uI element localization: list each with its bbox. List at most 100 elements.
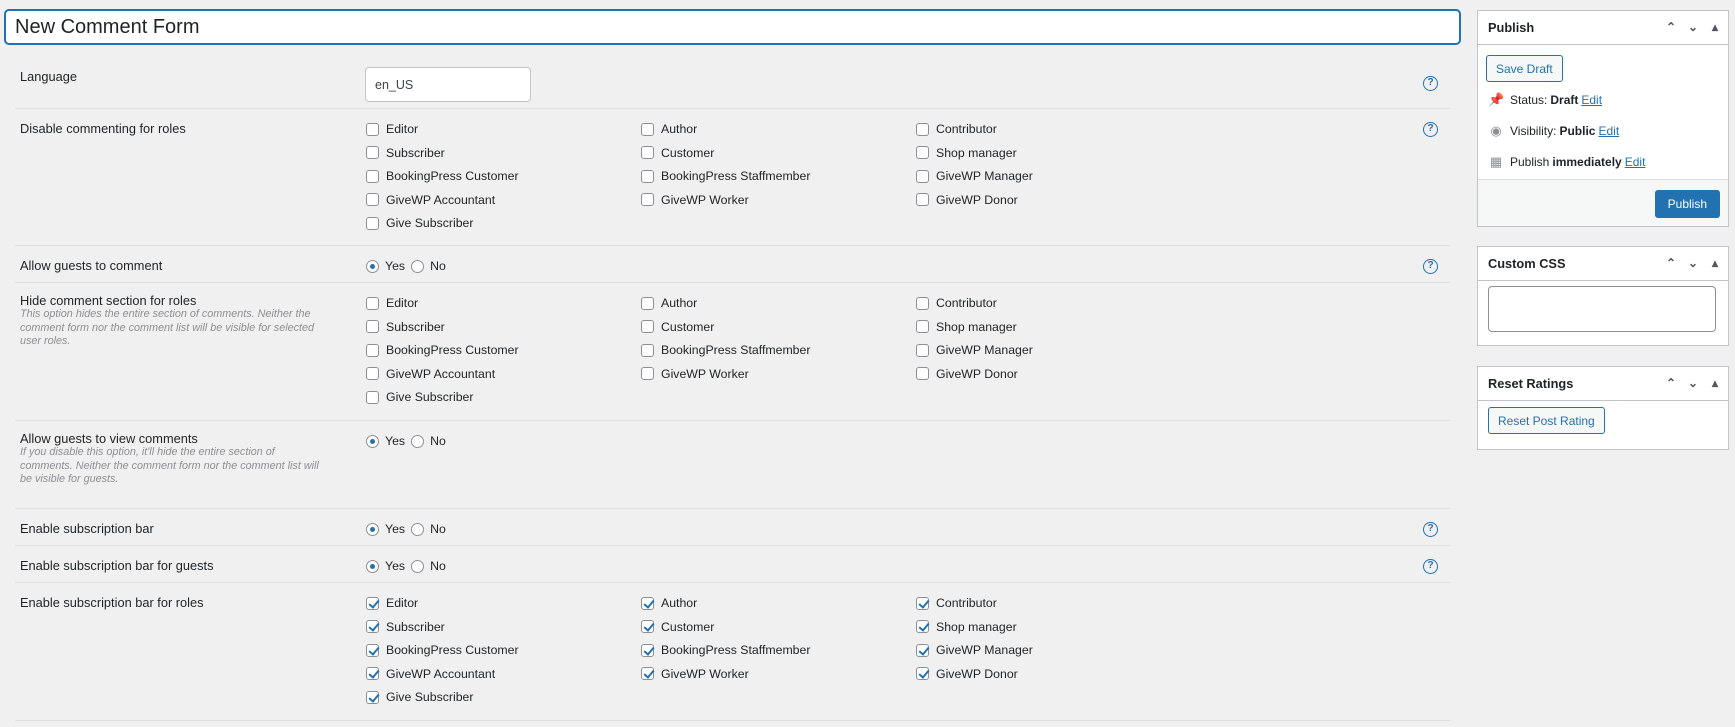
move-down-icon[interactable]: ⌄ — [1686, 376, 1700, 390]
status-edit-link[interactable]: Edit — [1581, 93, 1602, 107]
role-checkbox[interactable]: GiveWP Accountant — [366, 367, 495, 381]
checkbox-box[interactable] — [641, 320, 654, 333]
role-checkbox[interactable]: Editor — [366, 296, 418, 310]
checkbox-box[interactable] — [916, 367, 929, 380]
checkbox-box[interactable] — [366, 193, 379, 206]
checkbox-box[interactable] — [916, 343, 929, 357]
checkbox-box[interactable] — [916, 193, 929, 206]
visibility-edit-link[interactable]: Edit — [1598, 124, 1619, 138]
checkbox-box[interactable] — [641, 667, 654, 680]
checkbox-box[interactable] — [366, 643, 379, 657]
role-checkbox[interactable]: GiveWP Manager — [916, 169, 1033, 183]
role-checkbox[interactable]: GiveWP Worker — [641, 193, 749, 207]
checkbox-box[interactable] — [641, 296, 654, 310]
role-checkbox[interactable]: Shop manager — [916, 320, 1017, 334]
help-icon[interactable]: ? — [1423, 522, 1438, 537]
checkbox-box[interactable] — [366, 390, 379, 404]
checkbox-box[interactable] — [366, 367, 379, 380]
role-checkbox[interactable]: Customer — [641, 320, 714, 334]
checkbox-box[interactable] — [366, 146, 379, 159]
checkbox-box[interactable] — [916, 122, 929, 136]
move-down-icon[interactable]: ⌄ — [1686, 256, 1700, 270]
checkbox-box[interactable] — [641, 193, 654, 206]
radio-yes[interactable] — [366, 434, 379, 448]
checkbox-box[interactable] — [641, 620, 654, 633]
checkbox-box[interactable] — [916, 596, 929, 610]
help-icon[interactable]: ? — [1423, 259, 1438, 274]
checkbox-box[interactable] — [916, 643, 929, 657]
role-checkbox[interactable]: Give Subscriber — [366, 216, 473, 230]
role-checkbox[interactable]: Contributor — [916, 596, 997, 610]
role-checkbox[interactable]: GiveWP Worker — [641, 367, 749, 381]
role-checkbox[interactable]: Shop manager — [916, 620, 1017, 634]
role-checkbox[interactable]: Author — [641, 296, 697, 310]
role-checkbox[interactable]: Subscriber — [366, 146, 445, 160]
role-checkbox[interactable]: GiveWP Donor — [916, 667, 1018, 681]
checkbox-box[interactable] — [916, 146, 929, 159]
role-checkbox[interactable]: BookingPress Customer — [366, 643, 519, 657]
role-checkbox[interactable]: Contributor — [916, 296, 997, 310]
role-checkbox[interactable]: Editor — [366, 596, 418, 610]
role-checkbox[interactable]: GiveWP Accountant — [366, 667, 495, 681]
publish-edit-link[interactable]: Edit — [1625, 155, 1646, 169]
role-checkbox[interactable]: Contributor — [916, 122, 997, 136]
role-checkbox[interactable]: Editor — [366, 122, 418, 136]
custom-css-textarea[interactable] — [1488, 286, 1716, 332]
checkbox-box[interactable] — [366, 667, 379, 680]
checkbox-box[interactable] — [366, 169, 379, 183]
checkbox-box[interactable] — [641, 169, 654, 183]
checkbox-box[interactable] — [641, 122, 654, 136]
language-input[interactable]: en_US — [365, 67, 531, 102]
radio-yes[interactable] — [366, 259, 379, 273]
radio-yes[interactable] — [366, 559, 379, 573]
role-checkbox[interactable]: BookingPress Staffmember — [641, 169, 810, 183]
help-icon[interactable]: ? — [1423, 559, 1438, 574]
checkbox-box[interactable] — [916, 169, 929, 183]
checkbox-box[interactable] — [916, 320, 929, 333]
checkbox-box[interactable] — [366, 296, 379, 310]
checkbox-box[interactable] — [641, 146, 654, 159]
role-checkbox[interactable]: Subscriber — [366, 620, 445, 634]
radio-no[interactable] — [411, 434, 425, 448]
role-checkbox[interactable]: BookingPress Customer — [366, 343, 519, 357]
role-checkbox[interactable]: Give Subscriber — [366, 390, 473, 404]
role-checkbox[interactable]: BookingPress Staffmember — [641, 343, 810, 357]
role-checkbox[interactable]: Author — [641, 596, 697, 610]
checkbox-box[interactable] — [366, 320, 379, 333]
checkbox-box[interactable] — [641, 643, 654, 657]
checkbox-box[interactable] — [641, 367, 654, 380]
role-checkbox[interactable]: Customer — [641, 146, 714, 160]
radio-yes[interactable] — [366, 522, 379, 536]
checkbox-box[interactable] — [641, 343, 654, 357]
role-checkbox[interactable]: Customer — [641, 620, 714, 634]
role-checkbox[interactable]: GiveWP Manager — [916, 343, 1033, 357]
role-checkbox[interactable]: BookingPress Customer — [366, 169, 519, 183]
role-checkbox[interactable]: GiveWP Donor — [916, 367, 1018, 381]
checkbox-box[interactable] — [366, 343, 379, 357]
help-icon[interactable]: ? — [1423, 76, 1438, 91]
role-checkbox[interactable]: BookingPress Staffmember — [641, 643, 810, 657]
checkbox-box[interactable] — [366, 620, 379, 633]
reset-post-rating-button[interactable]: Reset Post Rating — [1488, 407, 1605, 434]
checkbox-box[interactable] — [916, 620, 929, 633]
move-down-icon[interactable]: ⌄ — [1686, 20, 1700, 34]
move-up-icon[interactable]: ⌃ — [1664, 20, 1678, 34]
role-checkbox[interactable]: GiveWP Manager — [916, 643, 1033, 657]
checkbox-box[interactable] — [916, 667, 929, 680]
radio-no[interactable] — [411, 522, 425, 536]
collapse-icon[interactable]: ▴ — [1708, 20, 1722, 34]
checkbox-box[interactable] — [366, 690, 379, 704]
role-checkbox[interactable]: Subscriber — [366, 320, 445, 334]
role-checkbox[interactable]: Give Subscriber — [366, 690, 473, 704]
checkbox-box[interactable] — [916, 296, 929, 310]
role-checkbox[interactable]: Shop manager — [916, 146, 1017, 160]
post-title-input[interactable]: New Comment Form — [5, 10, 1460, 44]
move-up-icon[interactable]: ⌃ — [1664, 376, 1678, 390]
collapse-icon[interactable]: ▴ — [1708, 376, 1722, 390]
checkbox-box[interactable] — [366, 596, 379, 610]
save-draft-button[interactable]: Save Draft — [1486, 55, 1563, 82]
radio-no[interactable] — [411, 559, 425, 573]
role-checkbox[interactable]: GiveWP Accountant — [366, 193, 495, 207]
checkbox-box[interactable] — [366, 122, 379, 136]
radio-no[interactable] — [411, 259, 425, 273]
